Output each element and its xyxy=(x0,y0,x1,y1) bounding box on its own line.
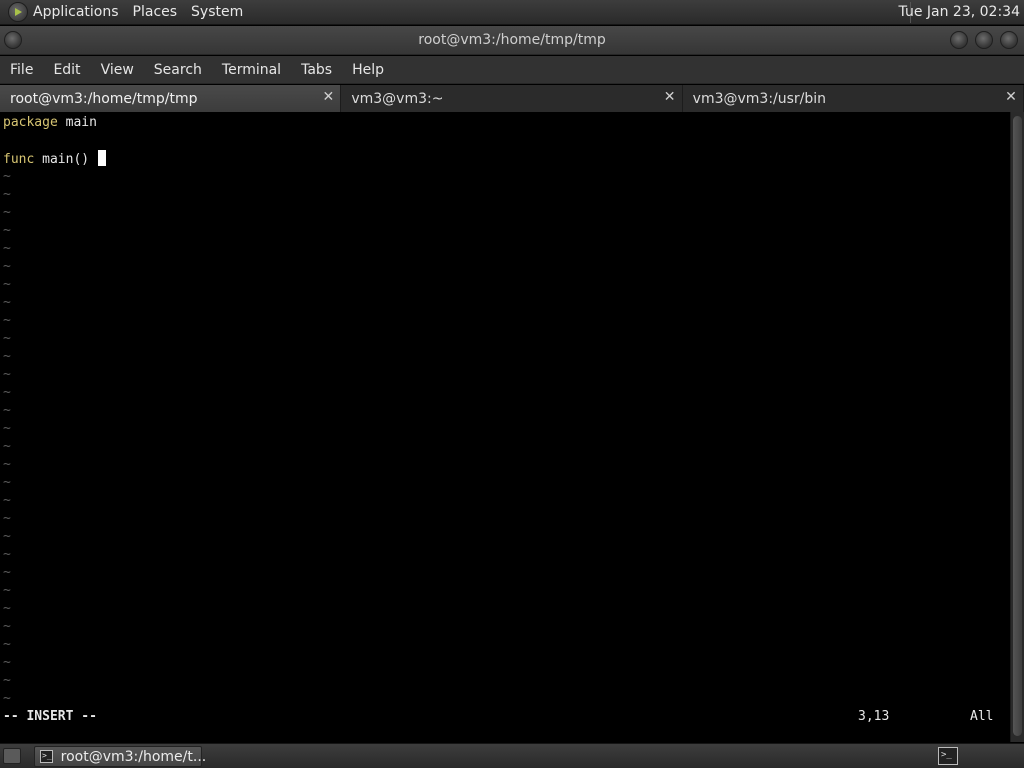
places-menu[interactable]: Places xyxy=(133,4,178,20)
empty-line-tilde: ~ xyxy=(3,277,11,292)
bottom-panel: >_ root@vm3:/home/t... >_ xyxy=(0,743,1024,768)
close-tab-icon[interactable]: ✕ xyxy=(1003,89,1019,105)
tab-label: vm3@vm3:/usr/bin xyxy=(692,90,827,107)
empty-line-tilde: ~ xyxy=(3,205,11,220)
terminal-view[interactable]: package main func main() ~ ~ ~ ~ ~ ~ ~ ~ ~ ~ ~ ~ ~ ~ ~… xyxy=(0,112,1010,742)
empty-line-tilde: ~ xyxy=(3,187,11,202)
empty-line-tilde: ~ xyxy=(3,673,11,688)
taskbar-window-label: root@vm3:/home/t... xyxy=(60,748,207,765)
system-menu[interactable]: System xyxy=(191,4,243,20)
tab-vm3-home[interactable]: vm3@vm3:~ ✕ xyxy=(341,85,683,112)
top-panel: Applications Places System Tue Jan 23, 0… xyxy=(0,0,1024,25)
tab-home-tmp-tmp[interactable]: root@vm3:/home/tmp/tmp ✕ xyxy=(0,85,342,112)
menu-search[interactable]: Search xyxy=(154,62,202,78)
empty-line-tilde: ~ xyxy=(3,259,11,274)
func-signature: main() xyxy=(34,152,97,167)
menu-file[interactable]: File xyxy=(10,62,33,78)
empty-line-tilde: ~ xyxy=(3,475,11,490)
keyword-package: package xyxy=(3,115,58,130)
tab-label: vm3@vm3:~ xyxy=(351,90,444,107)
menu-view[interactable]: View xyxy=(101,62,134,78)
distro-logo-icon[interactable] xyxy=(8,2,28,22)
empty-line-tilde: ~ xyxy=(3,493,11,508)
empty-line-tilde: ~ xyxy=(3,421,11,436)
maximize-button[interactable] xyxy=(975,31,993,49)
scrollbar-thumb[interactable] xyxy=(1013,116,1022,736)
terminal-icon: >_ xyxy=(40,750,53,763)
empty-line-tilde: ~ xyxy=(3,565,11,580)
tab-label: root@vm3:/home/tmp/tmp xyxy=(10,90,198,107)
menu-help[interactable]: Help xyxy=(352,62,384,78)
minimize-button[interactable] xyxy=(950,31,968,49)
close-button[interactable] xyxy=(1000,31,1018,49)
code-line-3: func main() xyxy=(3,150,106,168)
empty-line-tilde: ~ xyxy=(3,439,11,454)
workspace-switcher-icon[interactable]: >_ xyxy=(938,747,958,765)
empty-line-tilde: ~ xyxy=(3,601,11,616)
empty-line-tilde: ~ xyxy=(3,655,11,670)
close-tab-icon[interactable]: ✕ xyxy=(320,89,336,105)
menubar: File Edit View Search Terminal Tabs Help xyxy=(0,56,1024,84)
clock[interactable]: Tue Jan 23, 02:34 xyxy=(899,4,1020,20)
empty-line-tilde: ~ xyxy=(3,619,11,634)
empty-line-tilde: ~ xyxy=(3,169,11,184)
empty-line-tilde: ~ xyxy=(3,295,11,310)
empty-line-tilde: ~ xyxy=(3,367,11,382)
empty-line-tilde: ~ xyxy=(3,583,11,598)
package-name: main xyxy=(57,115,97,130)
show-desktop-icon[interactable] xyxy=(3,748,21,764)
empty-line-tilde: ~ xyxy=(3,313,11,328)
menu-tabs[interactable]: Tabs xyxy=(301,62,332,78)
taskbar-window-button[interactable]: >_ root@vm3:/home/t... xyxy=(34,746,206,767)
scroll-indicator: All xyxy=(970,709,994,724)
empty-line-tilde: ~ xyxy=(3,331,11,346)
empty-line-tilde: ~ xyxy=(3,529,11,544)
code-line-1: package main xyxy=(3,114,97,132)
cursor-position: 3,13 xyxy=(858,709,890,724)
tab-usr-bin[interactable]: vm3@vm3:/usr/bin ✕ xyxy=(683,85,1024,112)
terminal-scrollbar[interactable] xyxy=(1010,112,1024,742)
empty-line-tilde: ~ xyxy=(3,457,11,472)
text-cursor xyxy=(97,150,106,166)
empty-line-tilde: ~ xyxy=(3,241,11,256)
empty-line-tilde: ~ xyxy=(3,223,11,238)
window-title: root@vm3:/home/tmp/tmp xyxy=(418,32,606,48)
empty-line-tilde: ~ xyxy=(3,511,11,526)
applications-menu[interactable]: Applications xyxy=(33,4,119,20)
tab-bar: root@vm3:/home/tmp/tmp ✕ vm3@vm3:~ ✕ vm3… xyxy=(0,85,1024,112)
close-tab-icon[interactable]: ✕ xyxy=(662,89,678,105)
window-titlebar[interactable]: root@vm3:/home/tmp/tmp xyxy=(0,26,1024,55)
menu-terminal[interactable]: Terminal xyxy=(222,62,281,78)
empty-line-tilde: ~ xyxy=(3,547,11,562)
keyword-func: func xyxy=(3,152,35,167)
empty-line-tilde: ~ xyxy=(3,349,11,364)
menu-edit[interactable]: Edit xyxy=(53,62,80,78)
empty-line-tilde: ~ xyxy=(3,637,11,652)
vim-mode-indicator: -- INSERT -- xyxy=(3,709,97,724)
empty-line-tilde: ~ xyxy=(3,385,11,400)
empty-line-tilde: ~ xyxy=(3,691,11,706)
empty-line-tilde: ~ xyxy=(3,403,11,418)
